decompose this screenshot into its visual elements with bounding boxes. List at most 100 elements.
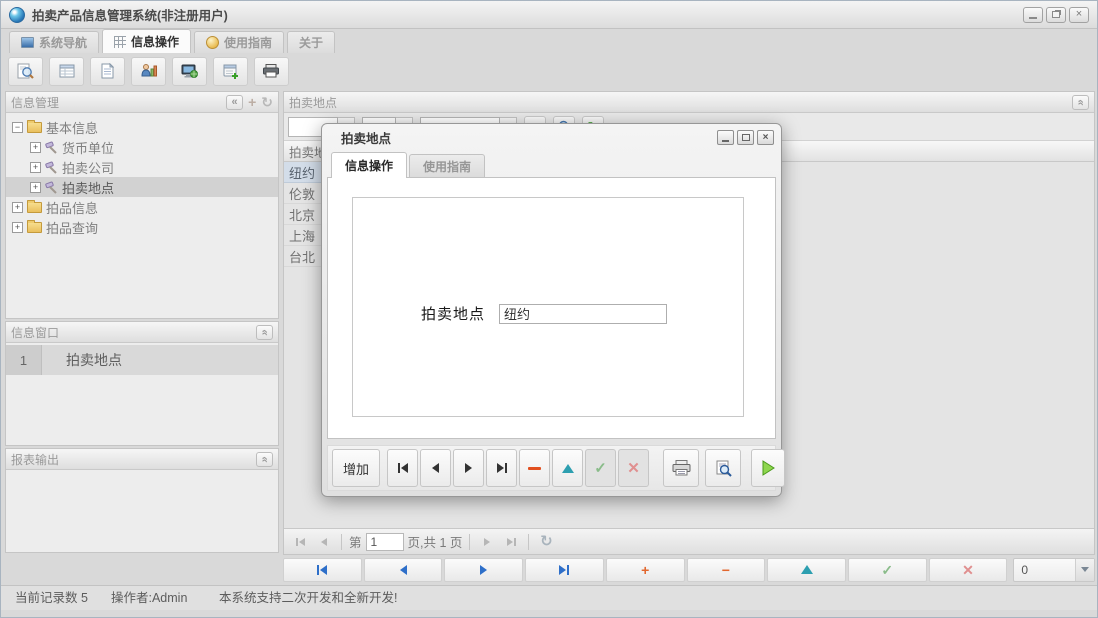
delete-button[interactable] [519,449,550,487]
collapse-left-button[interactable]: « [226,94,244,110]
first-record-button[interactable] [387,449,418,487]
tab-label: 信息操作 [131,35,180,49]
prev-page-button[interactable] [314,532,334,552]
prev-page-icon [321,537,327,546]
gavel-icon [45,141,57,154]
delete-record-button[interactable]: − [686,557,766,582]
collapse-up-button[interactable]: « [1072,94,1089,110]
restore-icon [1052,11,1060,18]
expand-node-icon[interactable]: + [30,141,41,153]
next-record-button[interactable] [453,449,484,487]
expand-node-icon[interactable]: + [30,161,41,173]
open-window-row[interactable]: 1 拍卖地点 [6,345,278,375]
edit-record-button[interactable] [767,557,846,582]
close-button[interactable]: × [1069,6,1089,23]
cancel-button[interactable]: ✕ [618,449,649,487]
tab-label: 信息操作 [345,159,394,173]
dialog-tab-info-operations[interactable]: 信息操作 [331,152,408,178]
prev-record-button[interactable] [420,449,451,487]
add-node-icon[interactable]: + [248,95,256,109]
expand-node-icon[interactable]: + [30,181,41,193]
cancel-record-button[interactable]: ✕ [928,557,1008,582]
location-input[interactable] [499,303,668,324]
tree-item-lot-info[interactable]: + 拍品信息 [6,197,278,217]
tree-item-auction-company[interactable]: + 拍卖公司 [6,157,278,177]
auction-location-dialog: 拍卖地点 × 信息操作 使用指南 拍卖地点 增加 [321,123,785,497]
print-button[interactable] [254,56,289,86]
statusbar: 当前记录数 5 操作者:Admin 本系统支持二次开发和全新开发! [1,585,1097,610]
refresh-icon: ↻ [540,533,553,550]
maximize-icon [741,134,750,141]
print-preview-button[interactable] [705,449,741,487]
nav-first-button[interactable] [283,557,362,582]
add-window-button[interactable] [213,56,248,86]
post-record-button[interactable]: ✓ [847,557,927,582]
dialog-maximize-button[interactable] [737,130,754,145]
last-page-button[interactable] [501,532,521,552]
first-record-icon [317,564,328,575]
print-button[interactable] [663,449,699,487]
expand-node-icon[interactable]: + [12,221,23,233]
nav-prev-button[interactable] [363,557,443,582]
next-page-button[interactable] [477,532,497,552]
refresh-tree-icon[interactable]: ↻ [261,95,273,109]
tree-item-currency-unit[interactable]: + 货币单位 [6,137,278,157]
titlebar: 拍卖产品信息管理系统(非注册用户) × [1,1,1097,29]
tab-info-operations[interactable]: 信息操作 [102,29,192,53]
confirm-button[interactable]: ✓ [585,449,616,487]
tree-item-basic-info[interactable]: − 基本信息 [6,117,278,137]
grid-view-button[interactable] [49,56,84,86]
prev-record-icon [399,564,407,575]
plus-icon: + [641,561,650,578]
tree-item-lot-query[interactable]: + 拍品查询 [6,217,278,237]
page-number-input[interactable] [365,532,404,551]
edit-button[interactable] [552,449,583,487]
minimize-icon [1029,17,1037,19]
restore-button[interactable] [1046,6,1066,23]
dialog-minimize-button[interactable] [717,130,734,145]
last-record-button[interactable] [486,449,517,487]
chevron-down-icon [1081,567,1090,572]
monitor-view-button[interactable] [172,56,207,86]
last-page-icon [506,537,516,546]
record-count-select[interactable]: 0 [1013,557,1096,582]
preview-search-button[interactable] [8,56,43,86]
expand-node-icon[interactable]: + [12,201,23,213]
collapse-node-icon[interactable]: − [12,121,23,133]
tree-item-auction-location[interactable]: + 拍卖地点 [6,177,278,197]
nav-last-button[interactable] [525,557,604,582]
minimize-button[interactable] [1023,6,1043,23]
document-button[interactable] [90,56,125,86]
tab-about[interactable]: 关于 [287,31,336,53]
panel-title: 信息窗口 [11,325,60,340]
dialog-window-controls: × [717,130,776,145]
tab-system-nav[interactable]: 系统导航 [9,31,100,53]
refresh-page-button[interactable]: ↻ [536,532,556,552]
insert-record-button[interactable]: + [605,557,685,582]
execute-button[interactable] [751,449,785,487]
first-page-icon [295,537,305,546]
edit-triangle-icon [800,565,813,574]
dialog-close-button[interactable]: × [757,130,774,145]
minus-icon [528,466,541,470]
panel-title: 信息管理 [11,95,60,110]
dialog-tab-user-guide[interactable]: 使用指南 [409,154,486,177]
collapse-up-button[interactable]: « [256,324,273,340]
monitor-globe-icon [181,64,198,78]
nav-next-button[interactable] [444,557,524,582]
dropdown-button[interactable] [1075,558,1095,581]
user-report-button[interactable] [131,56,166,86]
add-button[interactable]: 增加 [332,449,380,487]
window-controls: × [1023,6,1089,23]
window-title: 拍卖产品信息管理系统(非注册用户) [32,9,228,23]
grid-icon [114,35,127,48]
tab-user-guide[interactable]: 使用指南 [194,31,285,53]
first-page-button[interactable] [290,532,310,552]
collapse-up-button[interactable]: « [256,451,273,467]
tree-label: 拍品信息 [46,200,99,216]
row-label: 拍卖地点 [66,352,122,368]
panel-header: 信息窗口 « [6,322,278,343]
minimize-icon [722,139,729,142]
tab-label: 关于 [299,36,324,50]
table-icon [59,64,74,78]
